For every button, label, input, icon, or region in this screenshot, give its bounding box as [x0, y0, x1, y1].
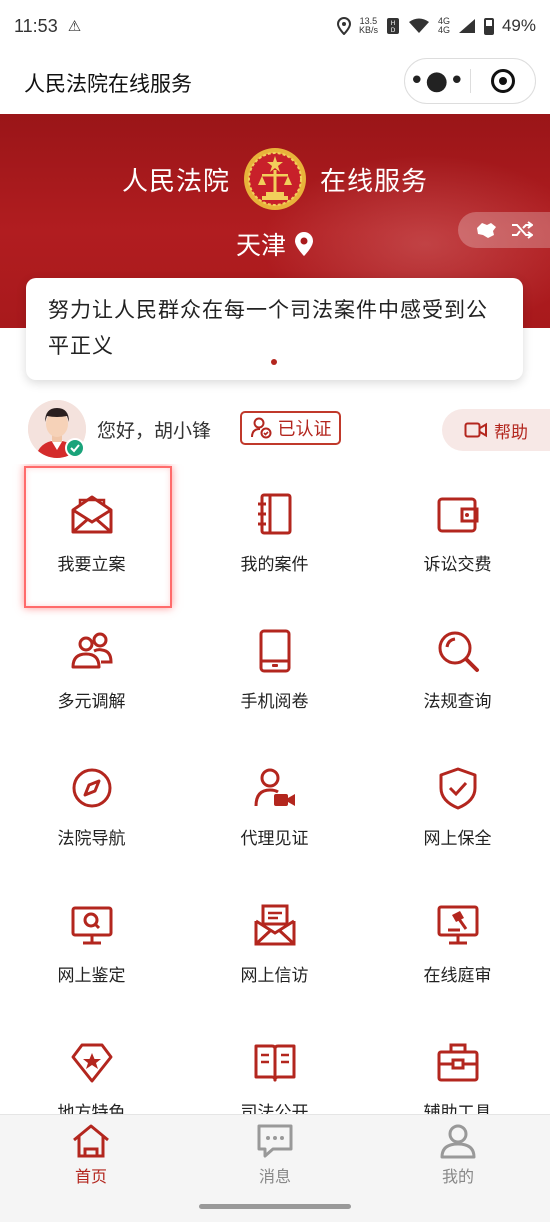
- star-gem-icon: [71, 1043, 112, 1083]
- grid-item-local-features[interactable]: 地方特色: [0, 1012, 183, 1114]
- grid-item-label: 手机阅卷: [240, 692, 309, 712]
- user-verified-icon: [250, 417, 271, 439]
- grid-item-label: 网上鉴定: [57, 966, 126, 986]
- network-type: 4G 4G: [438, 17, 450, 35]
- banner-left-text: 人民法院: [121, 166, 230, 197]
- banner-title-row: 人民法院 在线服务: [0, 146, 550, 212]
- mobile-phone-icon: [259, 629, 290, 673]
- home-icon: [73, 1124, 109, 1158]
- grid-item-label: 诉讼交费: [423, 555, 492, 575]
- monitor-search-icon: [71, 906, 112, 945]
- gavel-monitor-icon: [437, 905, 478, 945]
- grid-item-label: 我的案件: [240, 555, 309, 575]
- grid-item-label: 网上保全: [423, 829, 492, 849]
- avatar-illustration: [28, 400, 86, 458]
- status-time: 11:53: [14, 15, 58, 36]
- status-bar: 11:53 ⚠ 13.5 KB/s H D 4G 4G 49%: [0, 0, 550, 52]
- tab-messages[interactable]: 消息: [215, 1123, 335, 1187]
- location-icon: [336, 17, 351, 35]
- grid-item-judicial-openness[interactable]: 司法公开: [183, 1012, 366, 1114]
- battery-percent: 49%: [501, 16, 536, 35]
- people-icon: [71, 632, 113, 669]
- grid-item-label: 司法公开: [240, 1103, 309, 1114]
- service-grid: 我要立案 我的案件 诉讼交费 多元调解 手机阅卷 法规查询 法院导航 代理见证 …: [0, 464, 550, 1114]
- grid-item-online-petition[interactable]: 网上信访: [183, 875, 366, 1012]
- page-title: 人民法院在线服务: [24, 72, 192, 96]
- slogan-text: 努力让人民群众在每一个司法案件中感受到公平正义: [48, 298, 488, 358]
- grid-item-litigation-fee[interactable]: 诉讼交费: [366, 464, 549, 601]
- tab-label: 消息: [258, 1167, 291, 1186]
- hd-icon: H D: [386, 18, 399, 34]
- warning-icon: ⚠: [67, 17, 82, 35]
- grid-item-label: 网上信访: [240, 966, 309, 986]
- help-button[interactable]: 帮助: [442, 409, 550, 451]
- battery-icon: [483, 17, 494, 35]
- shuffle-icon: [512, 221, 533, 239]
- app-root: 11:53 ⚠ 13.5 KB/s H D 4G 4G 49% 人民法院在线服务…: [0, 0, 550, 1222]
- grid-item-law-search[interactable]: 法规查询: [366, 601, 549, 738]
- grid-item-label: 法院导航: [57, 829, 126, 849]
- grid-item-online-appraisal[interactable]: 网上鉴定: [0, 875, 183, 1012]
- user-info-row: 您好，胡小锋 已认证 帮助: [0, 400, 550, 462]
- grid-item-auxiliary-tools[interactable]: 辅助工具: [366, 1012, 549, 1114]
- grid-item-label: 法规查询: [423, 692, 492, 712]
- location-pin-icon: [295, 232, 313, 256]
- tab-label: 我的: [441, 1167, 474, 1186]
- message-icon: [257, 1124, 293, 1158]
- network-type-bottom: 4G: [437, 25, 450, 35]
- grid-item-online-preservation[interactable]: 网上保全: [366, 738, 549, 875]
- svg-text:H: H: [391, 20, 396, 27]
- user-video-icon: [254, 768, 295, 807]
- help-label: 帮助: [494, 422, 528, 443]
- toolbox-icon: [437, 1043, 478, 1082]
- tab-profile[interactable]: 我的: [398, 1123, 518, 1187]
- greeting-text: 您好，胡小锋: [97, 420, 212, 442]
- gesture-home-bar[interactable]: [199, 1204, 351, 1209]
- switch-region-button[interactable]: [458, 212, 550, 248]
- slogan-card: 努力让人民群众在每一个司法案件中感受到公平正义: [26, 278, 523, 380]
- video-camera-icon: [464, 422, 487, 438]
- notebook-icon: [257, 493, 291, 535]
- more-options-button[interactable]: •●•: [405, 68, 470, 94]
- grid-item-court-navigation[interactable]: 法院导航: [0, 738, 183, 875]
- grid-item-my-cases[interactable]: 我的案件: [183, 464, 366, 601]
- tab-label: 首页: [74, 1167, 107, 1186]
- shield-check-icon: [439, 767, 476, 810]
- wallet-icon: [437, 497, 478, 533]
- close-miniprogram-button[interactable]: [471, 69, 536, 93]
- search-icon: [438, 631, 479, 672]
- city-name: 天津: [235, 231, 286, 260]
- svg-text:D: D: [391, 27, 396, 34]
- miniprogram-capsule: •●•: [404, 58, 536, 104]
- letter-icon: [254, 904, 295, 946]
- banner-right-text: 在线服务: [320, 166, 429, 197]
- target-icon: [490, 69, 515, 93]
- title-bar: 人民法院在线服务 •●•: [0, 52, 550, 114]
- tab-home[interactable]: 首页: [31, 1123, 151, 1187]
- court-emblem-icon: [244, 148, 306, 210]
- compass-icon: [72, 768, 111, 808]
- grid-item-mobile-reading[interactable]: 手机阅卷: [183, 601, 366, 738]
- profile-icon: [440, 1124, 476, 1159]
- carousel-indicator: [271, 359, 277, 365]
- grid-item-mediation[interactable]: 多元调解: [0, 601, 183, 738]
- open-book-icon: [254, 1044, 295, 1082]
- grid-item-label: 辅助工具: [423, 1103, 492, 1114]
- grid-item-label: 地方特色: [57, 1103, 126, 1114]
- verified-badge[interactable]: 已认证: [240, 411, 341, 445]
- grid-item-online-trial[interactable]: 在线庭审: [366, 875, 549, 1012]
- grid-item-proxy-witness[interactable]: 代理见证: [183, 738, 366, 875]
- grid-item-label: 在线庭审: [423, 966, 492, 986]
- avatar[interactable]: [28, 400, 86, 458]
- grid-item-label: 多元调解: [57, 692, 126, 712]
- grid-item-label: 代理见证: [240, 829, 309, 849]
- wifi-icon: [408, 18, 429, 33]
- focus-highlight-box: [24, 466, 172, 608]
- china-map-icon: [477, 223, 496, 238]
- signal-icon: [458, 19, 475, 33]
- net-speed: 13.5 KB/s: [359, 17, 378, 35]
- net-speed-unit: KB/s: [358, 25, 378, 35]
- verified-label: 已认证: [277, 419, 332, 440]
- status-icons: 13.5 KB/s H D 4G 4G 49%: [336, 16, 536, 36]
